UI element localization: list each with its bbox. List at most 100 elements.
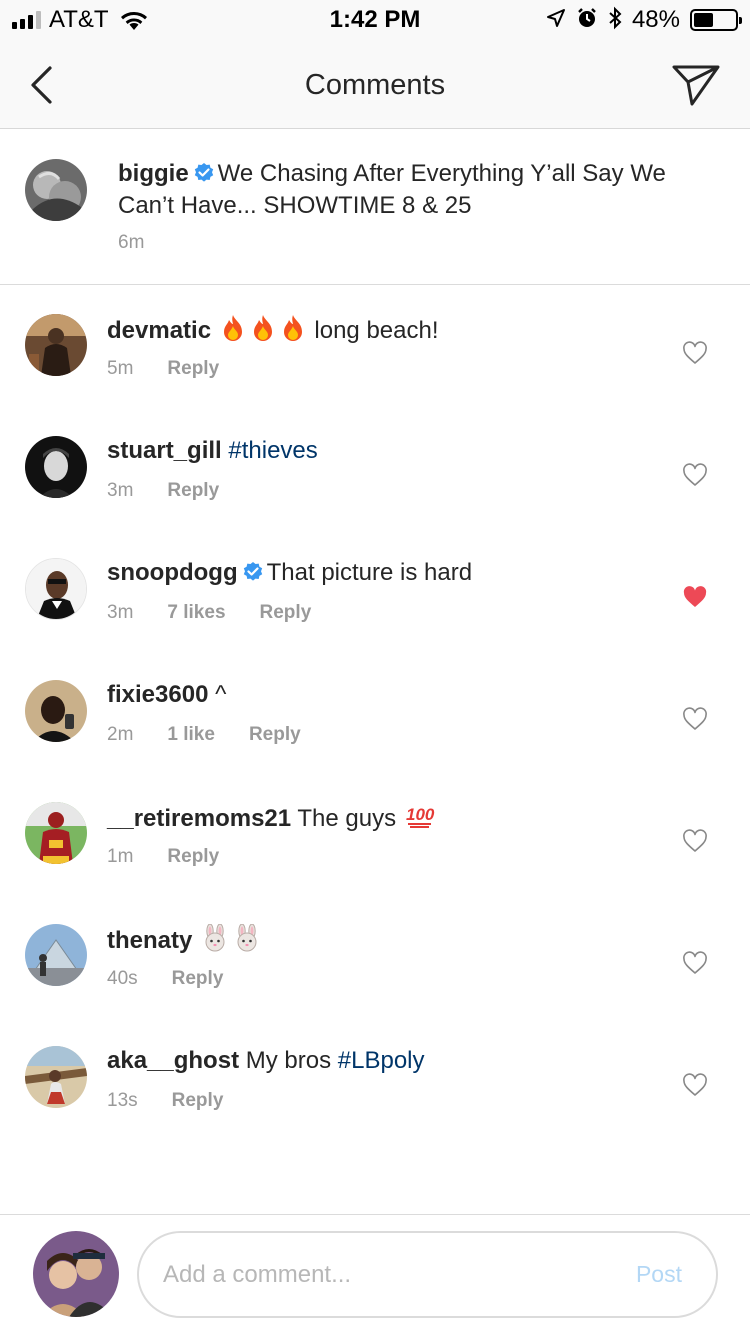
page-title: Comments <box>304 69 446 101</box>
status-bar: AT&T 1:42 PM 48% <box>0 0 750 40</box>
battery-percent: 48% <box>631 6 680 33</box>
comment-body: The guys <box>297 805 397 832</box>
comment-meta: 13s Reply <box>107 1090 223 1112</box>
comment-username[interactable]: aka__ghost <box>107 1047 239 1074</box>
comment-input-container: Post <box>137 1231 718 1318</box>
heart-outline-icon <box>683 707 707 730</box>
like-button[interactable] <box>680 1070 710 1100</box>
share-button[interactable] <box>668 60 724 110</box>
comment-input[interactable] <box>163 1233 603 1316</box>
caption-text: biggie We Chasing After Everything Y’all … <box>118 159 678 220</box>
comment-username[interactable]: fixie3600 <box>107 681 208 708</box>
avatar[interactable] <box>25 802 87 864</box>
heart-outline-icon <box>683 1073 707 1096</box>
comment-item: aka__ghost My bros #LBpoly 13s Reply <box>0 1018 750 1140</box>
comment-item: devmatic long beach! 5m Reply <box>0 286 750 408</box>
fire-emoji <box>280 314 306 349</box>
caption-timestamp: 6m <box>118 232 145 253</box>
likes-count[interactable]: 7 likes <box>167 602 225 624</box>
comment-item: fixie3600 ^ 2m 1 like Reply <box>0 652 750 774</box>
svg-text:100: 100 <box>406 805 435 824</box>
comment-timestamp: 40s <box>107 968 138 989</box>
comment-timestamp: 13s <box>107 1090 138 1111</box>
heart-filled-icon <box>683 586 707 607</box>
heart-outline-icon <box>683 829 707 852</box>
comment-username[interactable]: __retiremoms21 <box>107 805 291 832</box>
reply-button[interactable]: Reply <box>260 602 312 624</box>
post-button[interactable]: Post <box>636 1261 682 1288</box>
comment-body: ^ <box>215 681 227 708</box>
avatar[interactable] <box>25 924 87 986</box>
comment-timestamp: 3m <box>107 602 134 623</box>
comment-meta: 5m Reply <box>107 358 219 380</box>
alarm-clock-icon <box>576 7 598 34</box>
hundred-points-emoji: 100 <box>405 802 435 837</box>
verified-badge-icon <box>242 561 264 590</box>
like-button[interactable] <box>680 460 710 490</box>
fire-emoji <box>250 314 276 349</box>
verified-badge-icon <box>193 162 215 191</box>
rabbit-face-emoji <box>201 923 229 959</box>
comment-timestamp: 1m <box>107 846 134 867</box>
caption-username[interactable]: biggie <box>118 160 189 187</box>
comment-timestamp: 5m <box>107 358 134 379</box>
comment-item: __retiremoms21 The guys 100 1m Reply <box>0 774 750 896</box>
comment-timestamp: 3m <box>107 480 134 501</box>
status-right: 48% <box>546 6 742 35</box>
heart-outline-icon <box>683 951 707 974</box>
like-button[interactable] <box>680 704 710 734</box>
comment-meta: 2m 1 like Reply <box>107 724 301 746</box>
rabbit-face-emoji <box>233 923 261 959</box>
comment-username[interactable]: stuart_gill <box>107 437 222 464</box>
reply-button[interactable]: Reply <box>172 1090 224 1112</box>
comment-username[interactable]: snoopdogg <box>107 559 238 586</box>
comment-meta: 1m Reply <box>107 846 219 868</box>
comment-meta: 3m Reply <box>107 480 219 502</box>
fire-emoji <box>220 314 246 349</box>
hashtag-link[interactable]: #LBpoly <box>338 1047 425 1074</box>
likes-count[interactable]: 1 like <box>167 724 215 746</box>
comment-username[interactable]: thenaty <box>107 927 192 954</box>
comment-text: aka__ghost My bros #LBpoly <box>107 1046 667 1075</box>
reply-button[interactable]: Reply <box>249 724 301 746</box>
comment-item: stuart_gill #thieves 3m Reply <box>0 408 750 530</box>
location-arrow-icon <box>546 8 566 33</box>
comment-body: That picture is hard <box>266 559 473 586</box>
comment-meta: 3m 7 likes Reply <box>107 602 311 624</box>
comment-text: fixie3600 ^ <box>107 680 667 709</box>
bluetooth-icon <box>608 6 622 35</box>
battery-icon <box>690 9 742 31</box>
post-caption: biggie We Chasing After Everything Y’all … <box>0 129 750 285</box>
comment-timestamp: 2m <box>107 724 134 745</box>
comment-text: __retiremoms21 The guys 100 <box>107 802 667 837</box>
hashtag-link[interactable]: #thieves <box>228 437 317 464</box>
comment-meta: 40s Reply <box>107 968 223 990</box>
avatar[interactable] <box>25 680 87 742</box>
comment-body: long beach! <box>314 317 439 344</box>
like-button[interactable] <box>680 826 710 856</box>
avatar[interactable] <box>25 436 87 498</box>
like-button[interactable] <box>680 948 710 978</box>
reply-button[interactable]: Reply <box>167 358 219 380</box>
comment-username[interactable]: devmatic <box>107 317 211 344</box>
current-user-avatar <box>33 1231 119 1317</box>
reply-button[interactable]: Reply <box>167 480 219 502</box>
comment-text: thenaty <box>107 923 667 959</box>
comment-text: devmatic long beach! <box>107 314 667 349</box>
avatar[interactable] <box>25 558 87 620</box>
comment-composer: Post <box>0 1214 750 1334</box>
avatar[interactable] <box>25 1046 87 1108</box>
heart-outline-icon <box>683 341 707 364</box>
comment-item: thenaty 40s Reply <box>0 896 750 1018</box>
like-button[interactable] <box>680 582 710 612</box>
navigation-bar: Comments <box>0 40 750 129</box>
comment-text: snoopdogg That picture is hard <box>107 558 667 590</box>
avatar[interactable] <box>25 159 87 221</box>
comment-text: stuart_gill #thieves <box>107 436 667 465</box>
reply-button[interactable]: Reply <box>172 968 224 990</box>
comment-item: snoopdogg That picture is hard 3m 7 likes… <box>0 530 750 652</box>
like-button[interactable] <box>680 338 710 368</box>
comment-body: My bros <box>245 1047 332 1074</box>
avatar[interactable] <box>25 314 87 376</box>
reply-button[interactable]: Reply <box>167 846 219 868</box>
